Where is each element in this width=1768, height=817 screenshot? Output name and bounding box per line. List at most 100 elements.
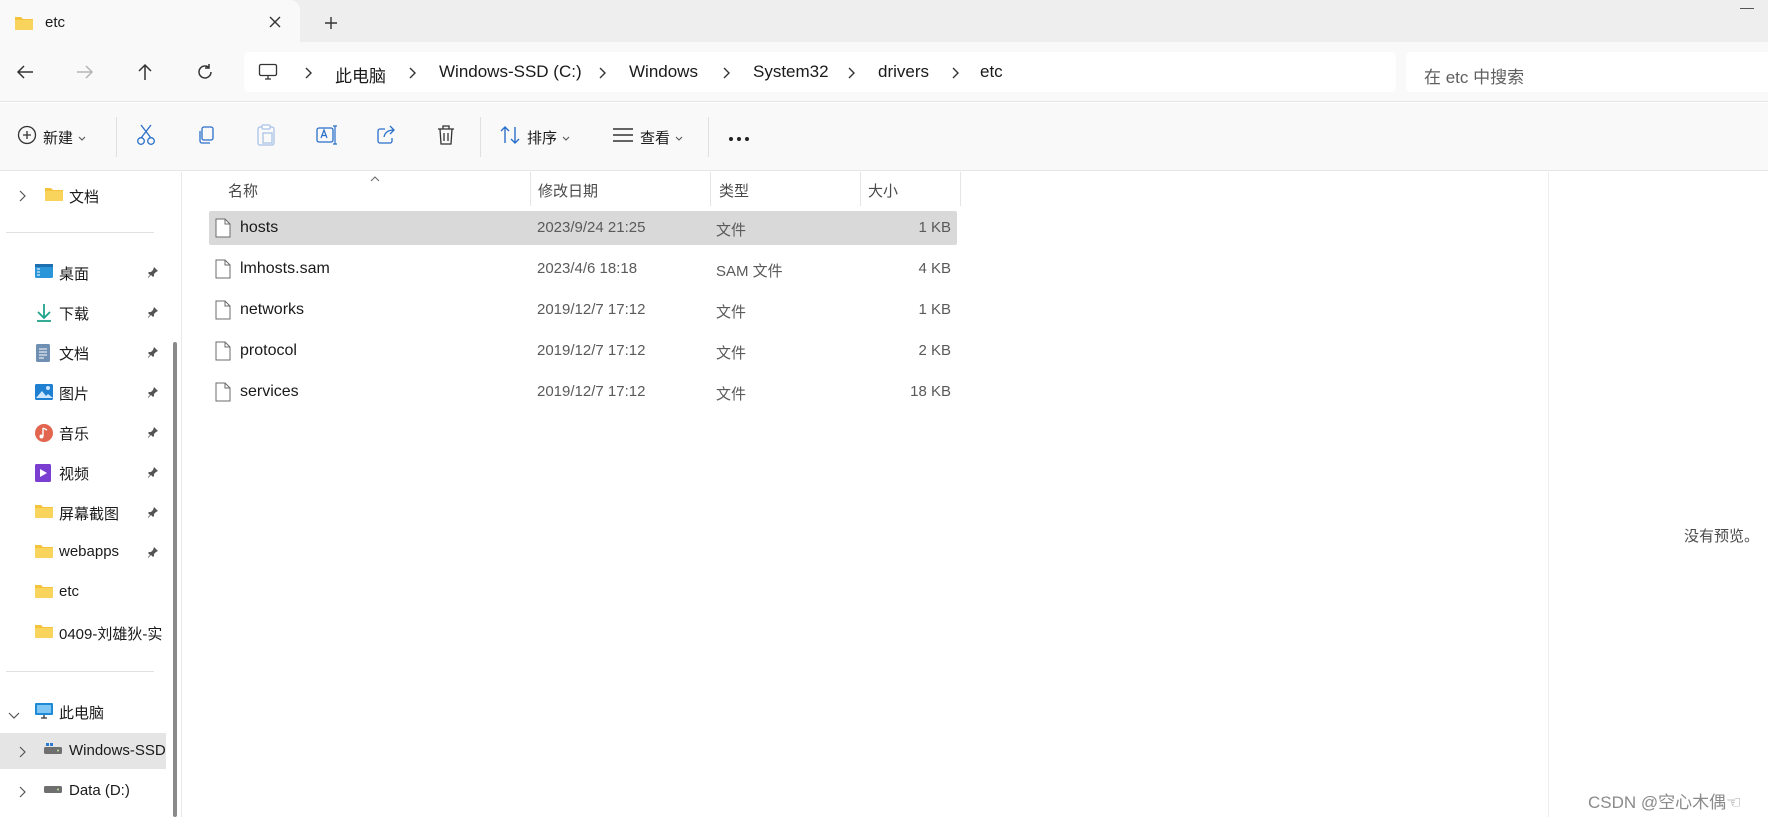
pin-icon[interactable]	[147, 345, 159, 362]
chevron-right-icon[interactable]	[18, 189, 26, 206]
file-type: 文件	[716, 304, 747, 321]
file-size: 1 KB	[918, 301, 951, 318]
pin-icon[interactable]	[147, 425, 159, 442]
breadcrumb-windows[interactable]: Windows	[629, 62, 698, 82]
sidebar-item-pictures[interactable]: 图片	[0, 374, 168, 410]
pin-icon[interactable]	[147, 305, 159, 322]
sidebar-item-screenshots[interactable]: 屏幕截图	[0, 494, 168, 530]
delete-button[interactable]	[436, 123, 456, 151]
chevron-right-icon	[598, 66, 610, 80]
column-divider[interactable]	[860, 172, 861, 206]
copy-icon	[196, 125, 216, 149]
file-list: 名称 修改日期 类型 大小 hosts 2023/9/24 21:25 文件 1…	[182, 172, 1548, 817]
file-date: 2023/9/24 21:25	[537, 219, 646, 236]
sidebar-item-downloads[interactable]: 下载	[0, 294, 168, 330]
sidebar-item-etc[interactable]: etc	[0, 574, 168, 610]
file-icon	[215, 341, 231, 365]
sort-label: 排序	[527, 129, 558, 147]
share-button[interactable]	[376, 123, 396, 151]
list-view-icon	[612, 127, 634, 147]
chevron-right-icon	[408, 66, 420, 80]
cut-button[interactable]	[136, 123, 156, 151]
sidebar-scrollbar-thumb[interactable]	[173, 342, 177, 817]
paste-button[interactable]	[256, 123, 276, 151]
new-button[interactable]: 新建	[17, 123, 86, 151]
chevron-right-icon	[951, 66, 963, 80]
sidebar-divider	[6, 671, 154, 672]
toolbar-divider	[480, 117, 481, 157]
pin-icon[interactable]	[147, 465, 159, 482]
address-row: 此电脑 Windows-SSD (C:) Windows System32 dr…	[0, 42, 1768, 102]
file-row-hosts[interactable]: hosts 2023/9/24 21:25 文件 1 KB	[209, 211, 957, 245]
column-header-type[interactable]: 类型	[719, 180, 749, 201]
pin-icon[interactable]	[147, 265, 159, 282]
chevron-right-icon[interactable]	[18, 785, 26, 802]
new-tab-button[interactable]	[320, 12, 342, 34]
command-bar: 新建 排序 查看	[0, 103, 1768, 171]
sidebar-item-this-pc[interactable]: 此电脑	[0, 693, 168, 729]
refresh-button[interactable]	[191, 58, 219, 86]
sort-button[interactable]: 排序	[499, 123, 570, 151]
column-header-date[interactable]: 修改日期	[538, 180, 598, 201]
file-size: 1 KB	[918, 219, 951, 236]
preview-divider[interactable]	[1548, 172, 1549, 817]
sidebar-item-webapps[interactable]: webapps	[0, 534, 168, 570]
breadcrumb-drive-c[interactable]: Windows-SSD (C:)	[439, 62, 582, 82]
file-row-networks[interactable]: networks 2019/12/7 17:12 文件 1 KB	[209, 293, 957, 327]
pin-icon[interactable]	[147, 505, 159, 522]
watermark-text: CSDN @空心木偶☜	[1588, 793, 1742, 812]
file-date: 2019/12/7 17:12	[537, 342, 646, 359]
breadcrumb-system32[interactable]: System32	[753, 62, 829, 82]
breadcrumb-etc[interactable]: etc	[980, 62, 1003, 82]
rename-button[interactable]	[316, 123, 338, 151]
scissors-icon	[136, 124, 156, 150]
pictures-icon	[34, 383, 53, 401]
minimize-button[interactable]	[1740, 8, 1754, 9]
column-divider[interactable]	[530, 172, 531, 206]
sort-ascending-icon	[370, 169, 380, 186]
search-input[interactable]: 在 etc 中搜索	[1406, 52, 1768, 92]
sidebar-item-drive-d[interactable]: Data (D:)	[0, 773, 168, 809]
sidebar-item-drive-c[interactable]: Windows-SSD	[0, 733, 168, 769]
column-divider[interactable]	[710, 172, 711, 206]
more-options-button[interactable]	[728, 123, 750, 151]
view-button[interactable]: 查看	[612, 123, 683, 151]
back-button[interactable]	[11, 58, 39, 86]
navigation-pane: 文档 桌面 下载 文档 图片 音乐 视频 屏幕截图 webapps etc 04…	[0, 172, 181, 817]
preview-empty-text: 没有预览。	[1684, 528, 1760, 545]
address-bar[interactable]: 此电脑 Windows-SSD (C:) Windows System32 dr…	[244, 52, 1396, 92]
copy-button[interactable]	[196, 123, 216, 151]
sidebar-item-music[interactable]: 音乐	[0, 414, 168, 450]
close-tab-icon[interactable]	[264, 11, 286, 33]
file-type: SAM 文件	[716, 263, 783, 280]
sidebar-item-documents[interactable]: 文档	[0, 334, 168, 370]
sidebar-item-project-folder[interactable]: 0409-刘雄狄-实	[0, 614, 168, 650]
chevron-right-icon[interactable]	[18, 745, 26, 762]
folder-icon	[34, 623, 53, 641]
file-type: 文件	[716, 345, 747, 362]
column-header-name[interactable]: 名称	[228, 180, 258, 201]
pin-icon[interactable]	[147, 545, 159, 562]
pin-icon[interactable]	[147, 385, 159, 402]
sidebar-item-label: Data (D:)	[69, 782, 130, 799]
sidebar-item-documents-top[interactable]: 文档	[0, 177, 168, 213]
folder-icon	[34, 583, 53, 601]
tab-etc[interactable]: etc	[0, 0, 300, 45]
file-row-services[interactable]: services 2019/12/7 17:12 文件 18 KB	[209, 375, 957, 409]
file-size: 18 KB	[910, 383, 951, 400]
breadcrumb-drivers[interactable]: drivers	[878, 62, 929, 82]
sidebar-item-label: etc	[59, 583, 80, 600]
file-row-lmhosts[interactable]: lmhosts.sam 2023/4/6 18:18 SAM 文件 4 KB	[209, 252, 957, 286]
file-icon	[215, 218, 231, 242]
sidebar-item-videos[interactable]: 视频	[0, 454, 168, 490]
file-row-protocol[interactable]: protocol 2019/12/7 17:12 文件 2 KB	[209, 334, 957, 368]
sidebar-item-desktop[interactable]: 桌面	[0, 254, 168, 290]
column-divider[interactable]	[960, 172, 961, 206]
forward-button[interactable]	[71, 58, 99, 86]
computer-icon	[34, 702, 53, 720]
up-button[interactable]	[131, 58, 159, 86]
column-header-size[interactable]: 大小	[868, 180, 898, 201]
breadcrumb-this-pc[interactable]: 此电脑	[335, 62, 386, 87]
rename-icon	[316, 125, 338, 149]
chevron-down-icon[interactable]	[8, 707, 20, 724]
